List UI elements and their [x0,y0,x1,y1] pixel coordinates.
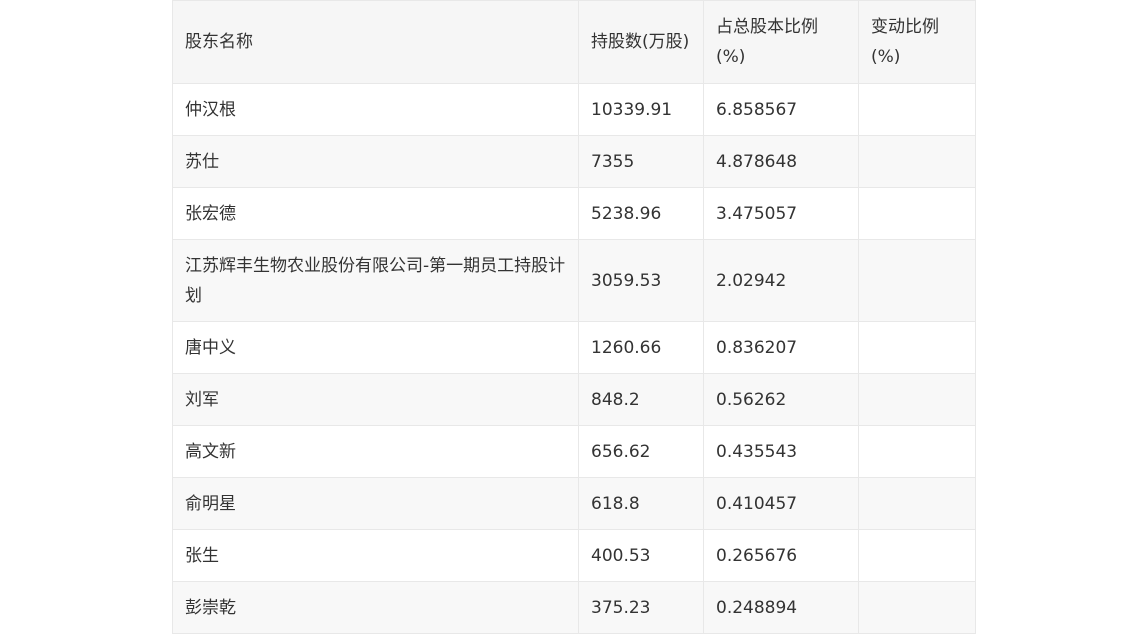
table-row: 高文新 656.62 0.435543 [172,425,976,478]
cell-share-percentage: 6.858567 [703,83,859,136]
cell-share-percentage: 0.435543 [703,425,859,478]
table-row: 张宏德 5238.96 3.475057 [172,187,976,240]
table-row: 江苏辉丰生物农业股份有限公司-第一期员工持股计划 3059.53 2.02942 [172,239,976,322]
table-body: 仲汉根 10339.91 6.858567 苏仕 7355 4.878648 张… [172,83,976,634]
table-row: 苏仕 7355 4.878648 [172,135,976,188]
header-row: 股东名称 持股数(万股) 占总股本比例(%) 变动比例(%) [172,0,976,84]
cell-shares-held: 656.62 [578,425,704,478]
cell-share-percentage: 0.248894 [703,581,859,634]
cell-shares-held: 7355 [578,135,704,188]
cell-shareholder-name: 彭崇乾 [172,581,579,634]
cell-change-ratio [858,373,976,426]
header-change-ratio: 变动比例(%) [858,0,976,84]
cell-shares-held: 5238.96 [578,187,704,240]
cell-change-ratio [858,321,976,374]
cell-shares-held: 3059.53 [578,239,704,322]
table-row: 仲汉根 10339.91 6.858567 [172,83,976,136]
cell-shareholder-name: 江苏辉丰生物农业股份有限公司-第一期员工持股计划 [172,239,579,322]
header-shareholder-name: 股东名称 [172,0,579,84]
header-share-percentage: 占总股本比例(%) [703,0,859,84]
cell-change-ratio [858,239,976,322]
table-row: 张生 400.53 0.265676 [172,529,976,582]
header-shares-held: 持股数(万股) [578,0,704,84]
cell-shares-held: 618.8 [578,477,704,530]
table-row: 俞明星 618.8 0.410457 [172,477,976,530]
cell-shares-held: 1260.66 [578,321,704,374]
cell-shareholder-name: 俞明星 [172,477,579,530]
cell-shares-held: 400.53 [578,529,704,582]
cell-share-percentage: 0.56262 [703,373,859,426]
cell-change-ratio [858,477,976,530]
cell-shareholder-name: 唐中义 [172,321,579,374]
cell-share-percentage: 3.475057 [703,187,859,240]
cell-change-ratio [858,425,976,478]
cell-shareholder-name: 张宏德 [172,187,579,240]
cell-shareholder-name: 张生 [172,529,579,582]
table-row: 刘军 848.2 0.56262 [172,373,976,426]
table-header: 股东名称 持股数(万股) 占总股本比例(%) 变动比例(%) [172,0,976,84]
shareholder-table-container: 股东名称 持股数(万股) 占总股本比例(%) 变动比例(%) 仲汉根 10339… [172,0,976,634]
cell-shares-held: 10339.91 [578,83,704,136]
table-row: 唐中义 1260.66 0.836207 [172,321,976,374]
cell-share-percentage: 2.02942 [703,239,859,322]
cell-shares-held: 848.2 [578,373,704,426]
cell-change-ratio [858,83,976,136]
cell-change-ratio [858,187,976,240]
cell-shareholder-name: 高文新 [172,425,579,478]
cell-share-percentage: 0.410457 [703,477,859,530]
cell-share-percentage: 0.836207 [703,321,859,374]
cell-shares-held: 375.23 [578,581,704,634]
cell-share-percentage: 4.878648 [703,135,859,188]
cell-change-ratio [858,581,976,634]
shareholder-table: 股东名称 持股数(万股) 占总股本比例(%) 变动比例(%) 仲汉根 10339… [172,0,976,634]
cell-shareholder-name: 仲汉根 [172,83,579,136]
cell-change-ratio [858,135,976,188]
cell-shareholder-name: 苏仕 [172,135,579,188]
cell-share-percentage: 0.265676 [703,529,859,582]
table-row: 彭崇乾 375.23 0.248894 [172,581,976,634]
cell-shareholder-name: 刘军 [172,373,579,426]
cell-change-ratio [858,529,976,582]
